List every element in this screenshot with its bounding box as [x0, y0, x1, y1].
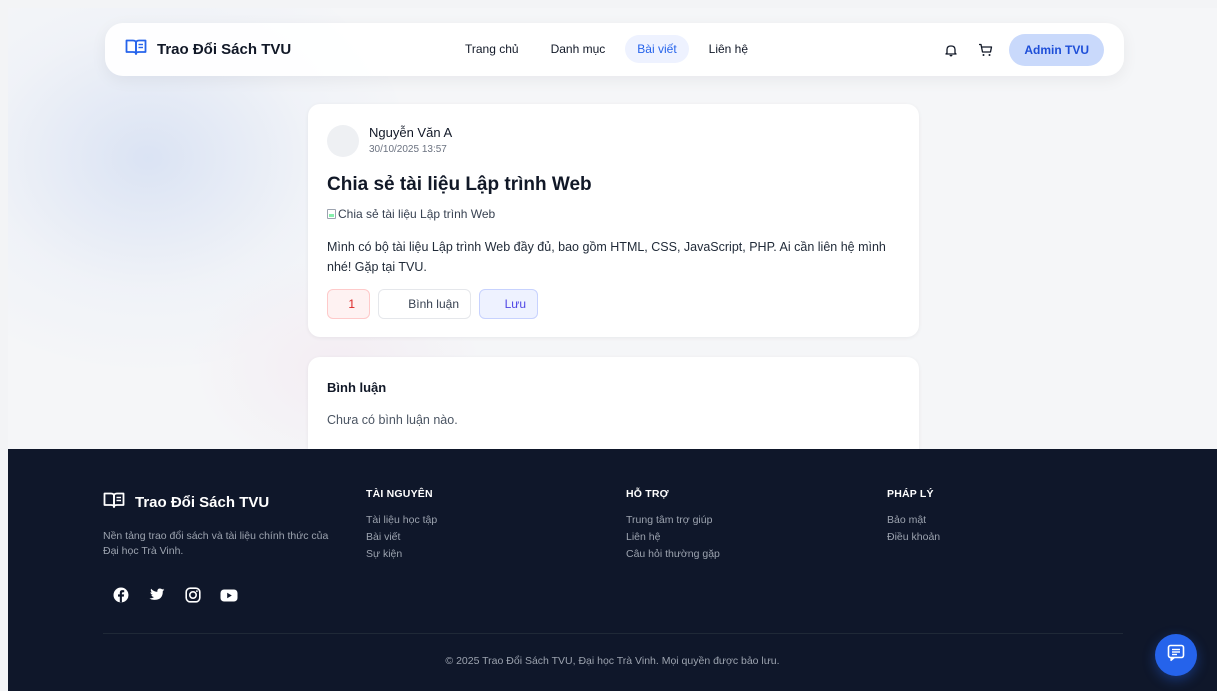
top-navbar: Trao Đổi Sách TVU Trang chủ Danh mục Bài…	[105, 23, 1124, 76]
footer-column-support: HỖ TRỢ Trung tâm trợ giúp Liên hệ Câu hỏ…	[626, 488, 720, 564]
footer-column-resources: TÀI NGUYÊN Tài liệu học tập Bài viết Sự …	[366, 488, 437, 564]
nav-home[interactable]: Trang chủ	[453, 35, 531, 63]
post-actions: 1 Bình luận Lưu	[327, 289, 538, 319]
comment-button-label: Bình luận	[408, 297, 459, 311]
instagram-icon[interactable]	[183, 585, 203, 605]
nav-posts[interactable]: Bài viết	[625, 35, 689, 63]
post-image-alt: Chia sẻ tài liệu Lập trình Web	[338, 207, 496, 221]
nav-categories[interactable]: Danh mục	[539, 35, 618, 63]
comments-title: Bình luận	[327, 380, 387, 395]
chat-icon	[1167, 644, 1185, 667]
post-body: Mình có bộ tài liệu Lập trình Web đầy đủ…	[327, 240, 886, 274]
broken-image-icon	[327, 209, 336, 219]
footer-column-legal: PHÁP LÝ Bảo mật Điều khoản	[887, 488, 940, 547]
user-menu-button[interactable]: Admin TVU	[1009, 33, 1104, 66]
post-image: Chia sẻ tài liệu Lập trình Web	[327, 207, 495, 221]
avatar	[327, 125, 359, 157]
header-actions: Admin TVU	[941, 23, 1104, 76]
comments-empty-state: Chưa có bình luận nào.	[327, 413, 458, 427]
post-author: Nguyễn Văn A	[369, 125, 453, 140]
comments-section: Bình luận Chưa có bình luận nào.	[308, 357, 919, 449]
social-links	[111, 585, 239, 605]
save-button[interactable]: Lưu	[479, 289, 538, 319]
footer-link[interactable]: Sự kiện	[366, 547, 437, 562]
book-open-icon	[103, 491, 125, 514]
footer-link[interactable]: Câu hỏi thường gặp	[626, 547, 720, 562]
site-footer: Trao Đổi Sách TVU Nền tảng trao đổi sách…	[8, 449, 1217, 691]
footer-divider	[103, 633, 1123, 634]
post-timestamp: 30/10/2025 13:57	[369, 144, 447, 155]
brand-logo-link[interactable]: Trao Đổi Sách TVU	[125, 23, 291, 76]
footer-brand-name: Trao Đổi Sách TVU	[135, 494, 270, 511]
nav-contact[interactable]: Liên hệ	[697, 35, 760, 63]
footer-column-title: TÀI NGUYÊN	[366, 488, 433, 500]
like-button[interactable]: 1	[327, 289, 370, 319]
footer-column-title: PHÁP LÝ	[887, 488, 934, 500]
brand-name: Trao Đổi Sách TVU	[157, 41, 292, 58]
copyright-text: © 2025 Trao Đổi Sách TVU, Đại học Trà Vi…	[445, 655, 780, 667]
footer-link[interactable]: Bảo mật	[887, 513, 940, 528]
post-card: Nguyễn Văn A 30/10/2025 13:57 Chia sẻ tà…	[308, 104, 919, 337]
footer-link[interactable]: Điều khoản	[887, 530, 940, 545]
comment-button[interactable]: Bình luận	[378, 289, 471, 319]
footer-brand[interactable]: Trao Đổi Sách TVU	[103, 491, 269, 514]
bell-icon[interactable]	[941, 40, 961, 60]
footer-link[interactable]: Tài liệu học tập	[366, 513, 437, 528]
save-button-label: Lưu	[504, 297, 526, 311]
footer-link[interactable]: Trung tâm trợ giúp	[626, 513, 720, 528]
footer-link[interactable]: Bài viết	[366, 530, 437, 545]
footer-column-title: HỖ TRỢ	[626, 488, 669, 500]
book-open-icon	[125, 38, 147, 61]
twitter-icon[interactable]	[147, 585, 167, 605]
facebook-icon[interactable]	[111, 585, 131, 605]
footer-link[interactable]: Liên hệ	[626, 530, 720, 545]
like-count: 1	[348, 297, 355, 311]
post-title: Chia sẻ tài liệu Lập trình Web	[327, 174, 592, 195]
footer-description: Nền tảng trao đổi sách và tài liệu chính…	[103, 530, 329, 557]
main-nav: Trang chủ Danh mục Bài viết Liên hệ	[453, 35, 760, 63]
youtube-icon[interactable]	[219, 585, 239, 605]
chat-button[interactable]	[1155, 634, 1197, 676]
cart-icon[interactable]	[975, 40, 995, 60]
